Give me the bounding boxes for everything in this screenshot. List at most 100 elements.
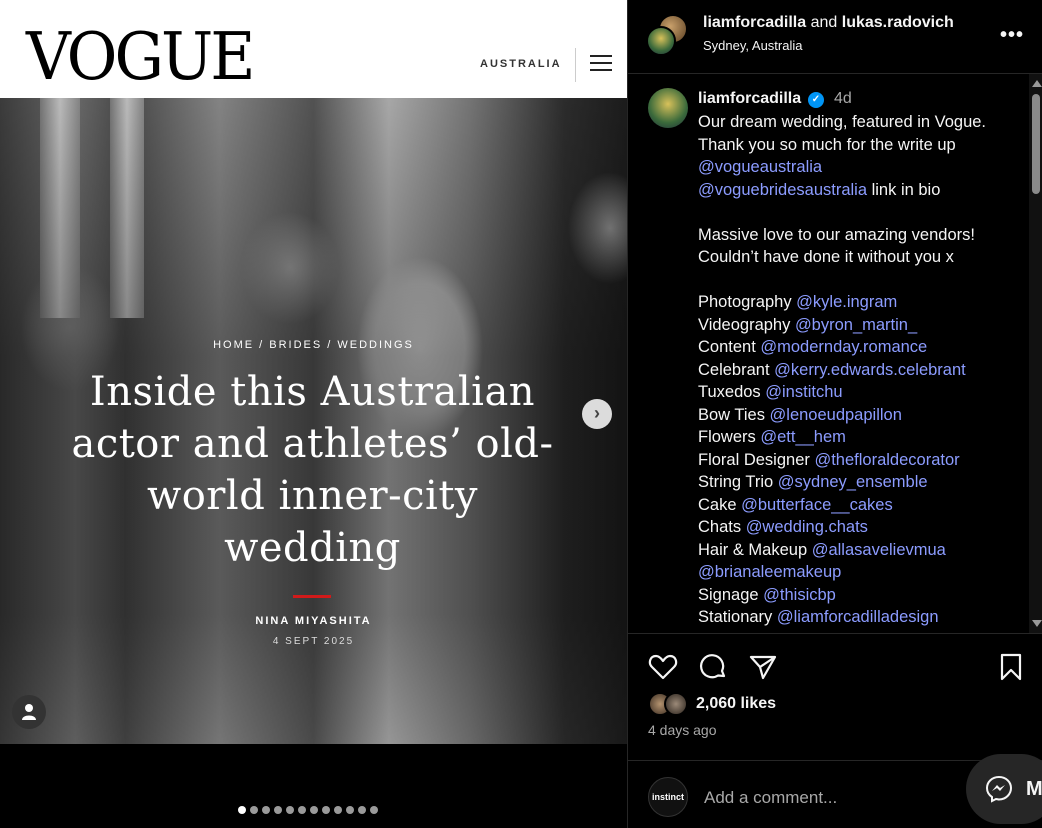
mention-link[interactable]: @vogueaustralia xyxy=(698,158,822,176)
article-author: NINA MIYASHITA xyxy=(255,615,372,627)
carousel-dot[interactable] xyxy=(298,806,306,814)
mention-link[interactable]: @liamforcadilladesign xyxy=(777,608,939,626)
credit-role: Content xyxy=(698,338,761,356)
credit-line: String Trio @sydney_ensemble xyxy=(698,471,1033,494)
post-media[interactable]: VOGUE AUSTRALIA HOME / BRIDES / WEDDINGS… xyxy=(0,0,627,828)
credit-line: Flowers @ett__hem xyxy=(698,426,1033,449)
caption-line: Thank you so much for the write up xyxy=(698,135,956,154)
mention-link[interactable]: @thefloraldecorator xyxy=(814,451,959,469)
carousel-next-button[interactable]: › xyxy=(582,399,612,429)
credit-role: Stationary xyxy=(698,608,777,626)
credit-role: Bow Ties xyxy=(698,405,770,424)
bookmark-icon[interactable] xyxy=(996,652,1026,682)
carousel-dot[interactable] xyxy=(250,806,258,814)
mention-link[interactable]: @butterface__cakes xyxy=(741,496,893,514)
credit-role: Cake xyxy=(698,495,742,514)
carousel-dot[interactable] xyxy=(322,806,330,814)
collab-avatar[interactable] xyxy=(646,14,690,58)
credits-list: Photography @kyle.ingram Videography @byr… xyxy=(698,291,1033,629)
header-divider xyxy=(575,48,576,82)
caption-line: Couldn’t have done it without you x xyxy=(698,248,954,266)
avatar: instinct xyxy=(648,777,688,817)
mention-link[interactable]: @brianaleemakeup xyxy=(698,563,841,581)
mention-link[interactable]: @kyle.ingram xyxy=(796,293,897,311)
author-link[interactable]: liamforcadilla xyxy=(703,14,806,31)
share-icon[interactable] xyxy=(748,652,778,682)
carousel-indicator xyxy=(238,806,378,816)
scroll-up-arrow[interactable] xyxy=(1032,80,1042,87)
mention-link[interactable]: @modernday.romance xyxy=(760,338,927,356)
credit-role: Flowers xyxy=(698,428,761,446)
credit-role: Hair & Makeup xyxy=(698,540,812,559)
carousel-dot[interactable] xyxy=(286,806,294,814)
messages-button[interactable]: M xyxy=(966,754,1042,824)
avatar[interactable] xyxy=(648,88,688,128)
mention-link[interactable]: @ett__hem xyxy=(760,428,846,446)
credit-line: Celebrant @kerry.edwards.celebrant xyxy=(698,359,1033,382)
comment-input[interactable] xyxy=(704,783,964,813)
author-link[interactable]: lukas.radovich xyxy=(842,14,954,31)
mention-link[interactable]: @voguebridesaustralia xyxy=(698,181,867,199)
vogue-region: AUSTRALIA xyxy=(480,58,562,70)
more-icon[interactable]: ••• xyxy=(1000,24,1024,47)
credit-line: @brianaleemakeup xyxy=(698,561,1033,584)
credit-line: Floral Designer @thefloraldecorator xyxy=(698,449,1033,472)
accent-bar xyxy=(293,595,331,598)
mention-link[interactable]: @kerry.edwards.celebrant xyxy=(774,361,966,379)
verified-icon: ✓ xyxy=(808,92,824,108)
post-authors: liamforcadilla and lukas.radovich xyxy=(703,14,954,32)
mention-link[interactable]: @thisicbp xyxy=(763,586,836,604)
carousel-dot[interactable] xyxy=(238,806,246,814)
carousel-dot[interactable] xyxy=(274,806,282,814)
carousel-dot[interactable] xyxy=(370,806,378,814)
scrollbar-thumb[interactable] xyxy=(1032,94,1040,194)
carousel-dot[interactable] xyxy=(346,806,354,814)
mention-link[interactable]: @wedding.chats xyxy=(746,518,868,536)
post-header: liamforcadilla and lukas.radovich Sydney… xyxy=(628,0,1042,74)
credit-line: Photography @kyle.ingram xyxy=(698,291,1033,314)
authors-joiner: and xyxy=(806,14,842,31)
carousel-dot[interactable] xyxy=(262,806,270,814)
caption-time[interactable]: 4d xyxy=(834,90,852,108)
credit-role: Videography xyxy=(698,315,795,334)
breadcrumb: HOME / BRIDES / WEDDINGS xyxy=(213,339,414,351)
credit-role: String Trio xyxy=(698,473,778,491)
comment-icon[interactable] xyxy=(698,652,728,682)
article-headline: Inside this Australian actor and athlete… xyxy=(71,369,554,571)
chevron-right-icon: › xyxy=(594,403,600,423)
post-panel: liamforcadilla and lukas.radovich Sydney… xyxy=(627,0,1042,828)
credit-line: Bow Ties @lenoeudpapillon xyxy=(698,404,1033,427)
article-date: 4 SEPT 2025 xyxy=(272,636,355,647)
credit-role: Floral Designer xyxy=(698,450,815,469)
carousel-dot[interactable] xyxy=(334,806,342,814)
credit-line: Chats @wedding.chats xyxy=(698,516,1033,539)
carousel-dot[interactable] xyxy=(358,806,366,814)
vogue-logo: VOGUE xyxy=(26,17,256,95)
caption-text: Our dream wedding, featured in Vogue. Th… xyxy=(698,111,1033,629)
scroll-down-arrow[interactable] xyxy=(1032,620,1042,627)
carousel-dot[interactable] xyxy=(310,806,318,814)
credit-line: Tuxedos @institchu xyxy=(698,381,1033,404)
tagged-users-button[interactable] xyxy=(12,695,46,729)
credit-line: Videography @byron_martin_ xyxy=(698,314,1033,337)
mention-link[interactable]: @sydney_ensemble xyxy=(778,473,928,491)
caption-area: liamforcadilla ✓ 4d Our dream wedding, f… xyxy=(628,74,1042,634)
post-age: 4 days ago xyxy=(648,722,717,738)
credit-role: Chats xyxy=(698,518,746,536)
caption-line: link in bio xyxy=(867,180,941,199)
mention-link[interactable]: @byron_martin_ xyxy=(795,316,917,334)
mention-link[interactable]: @allasavelievmua xyxy=(812,541,946,559)
credit-role: Celebrant xyxy=(698,360,775,379)
heart-icon[interactable] xyxy=(648,652,678,682)
credit-line: Hair & Makeup @allasavelievmua xyxy=(698,539,1033,562)
mention-link[interactable]: @institchu xyxy=(765,383,842,401)
mention-link[interactable]: @lenoeudpapillon xyxy=(770,406,902,424)
credit-role: Photography xyxy=(698,293,797,311)
credit-line: Cake @butterface__cakes xyxy=(698,494,1033,517)
location-link[interactable]: Sydney, Australia xyxy=(703,38,802,53)
credit-line: Content @modernday.romance xyxy=(698,336,1033,359)
likes-count[interactable]: 2,060 likes xyxy=(696,695,776,713)
user-icon xyxy=(22,704,36,720)
caption-username[interactable]: liamforcadilla xyxy=(698,90,801,108)
avatar xyxy=(646,26,676,56)
